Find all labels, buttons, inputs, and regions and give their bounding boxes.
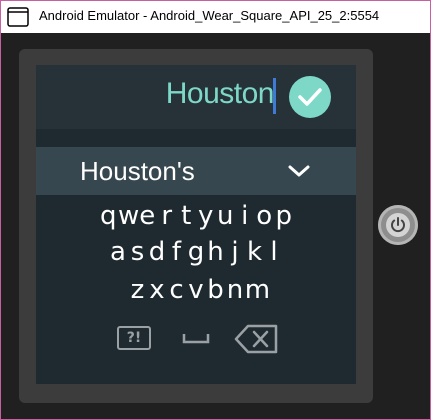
key-e[interactable]: e: [138, 199, 158, 233]
chevron-down-icon[interactable]: [287, 161, 311, 181]
emulator-window: Android Emulator - Android_Wear_Square_A…: [0, 0, 431, 420]
key-m[interactable]: m: [245, 273, 270, 307]
keyboard-row-2: asdfghjkl: [36, 235, 356, 269]
key-d[interactable]: d: [147, 235, 167, 269]
app-icon: [7, 7, 29, 27]
power-icon: [391, 217, 405, 233]
key-g[interactable]: g: [186, 235, 206, 269]
key-k[interactable]: k: [245, 235, 265, 269]
keyboard-row-3: zxcvbnm: [36, 273, 356, 307]
keyboard-row-1: qwertyuiop: [36, 199, 356, 233]
suggestion-bar[interactable]: Houston's: [36, 147, 356, 195]
power-button-face: [386, 213, 410, 237]
suggestion-text[interactable]: Houston's: [80, 156, 195, 187]
symbols-key[interactable]: ?!: [115, 321, 159, 357]
keyboard-function-row: ?!: [36, 321, 356, 357]
check-icon: [298, 88, 322, 106]
text-input[interactable]: Houston: [166, 77, 275, 111]
key-a[interactable]: a: [108, 235, 128, 269]
key-z[interactable]: z: [128, 273, 148, 307]
key-j[interactable]: j: [225, 235, 245, 269]
key-w[interactable]: w: [118, 199, 139, 233]
key-i[interactable]: i: [235, 199, 255, 233]
text-input-row[interactable]: Houston: [36, 65, 356, 129]
key-q[interactable]: q: [99, 199, 119, 233]
key-s[interactable]: s: [128, 235, 148, 269]
space-icon: [182, 334, 210, 344]
key-y[interactable]: y: [196, 199, 216, 233]
symbols-key-label: ?!: [117, 326, 151, 350]
key-b[interactable]: b: [206, 273, 226, 307]
backspace-icon: [234, 324, 278, 354]
key-t[interactable]: t: [177, 199, 197, 233]
key-p[interactable]: p: [274, 199, 294, 233]
key-f[interactable]: f: [167, 235, 187, 269]
window-title: Android Emulator - Android_Wear_Square_A…: [39, 8, 380, 23]
watch-screen[interactable]: Houston Houston's qwertyuiop asdfghjkl z…: [36, 65, 356, 384]
space-key[interactable]: [180, 321, 212, 357]
key-v[interactable]: v: [186, 273, 206, 307]
key-c[interactable]: c: [167, 273, 187, 307]
key-h[interactable]: h: [206, 235, 226, 269]
key-l[interactable]: l: [264, 235, 284, 269]
title-bar[interactable]: Android Emulator - Android_Wear_Square_A…: [1, 1, 430, 33]
key-u[interactable]: u: [216, 199, 236, 233]
key-o[interactable]: o: [255, 199, 275, 233]
key-r[interactable]: r: [157, 199, 177, 233]
backspace-key[interactable]: [234, 321, 280, 357]
text-cursor: [273, 78, 276, 114]
power-button[interactable]: [378, 205, 418, 245]
key-n[interactable]: n: [225, 273, 245, 307]
confirm-button[interactable]: [289, 76, 331, 118]
key-x[interactable]: x: [147, 273, 167, 307]
